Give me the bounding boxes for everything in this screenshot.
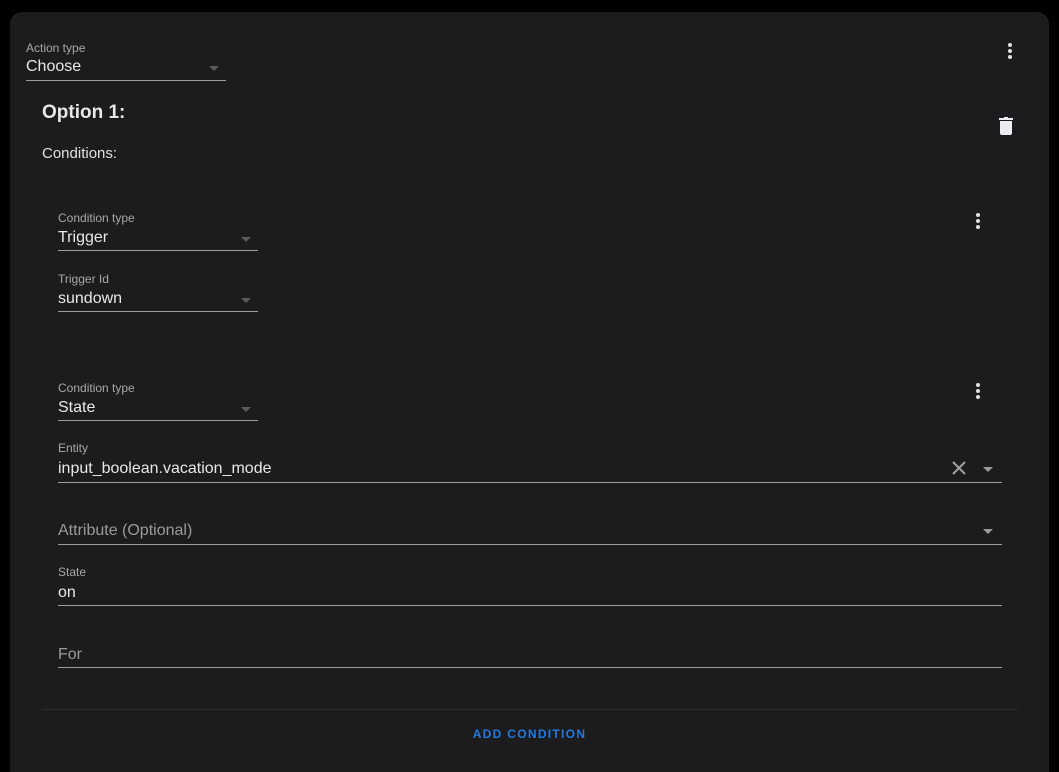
state-value: on bbox=[58, 584, 76, 601]
option-title: Option 1: bbox=[42, 102, 126, 123]
chevron-down-icon[interactable] bbox=[983, 467, 993, 472]
state-input[interactable]: State on bbox=[58, 565, 1002, 606]
chevron-down-icon[interactable] bbox=[983, 529, 993, 534]
attribute-placeholder: Attribute (Optional) bbox=[58, 522, 193, 539]
close-icon bbox=[952, 461, 966, 475]
trash-icon bbox=[999, 117, 1013, 135]
for-placeholder: For bbox=[58, 646, 82, 663]
condition-2-menu-button[interactable] bbox=[974, 383, 982, 401]
trigger-id-select[interactable]: Trigger Id sundown bbox=[58, 272, 258, 312]
dot bbox=[976, 389, 980, 393]
dot bbox=[976, 219, 980, 223]
condition-type-label: Condition type bbox=[58, 211, 135, 225]
entity-label: Entity bbox=[58, 441, 89, 455]
condition-2-type-select[interactable]: Condition type State bbox=[58, 381, 258, 421]
dot bbox=[1008, 49, 1012, 53]
add-condition-row: ADD CONDITION bbox=[0, 725, 1059, 743]
delete-option-button[interactable] bbox=[999, 117, 1013, 135]
attribute-combobox[interactable]: Attribute (Optional) bbox=[58, 519, 1002, 545]
dot bbox=[976, 225, 980, 229]
condition-type-value: Trigger bbox=[58, 229, 109, 246]
state-label: State bbox=[58, 565, 87, 579]
dots-vertical-icon bbox=[976, 383, 980, 387]
add-condition-button[interactable]: ADD CONDITION bbox=[473, 727, 587, 741]
entity-combobox[interactable]: Entity input_boolean.vacation_mode bbox=[58, 441, 1002, 483]
action-menu-button[interactable] bbox=[1006, 43, 1014, 61]
condition-type-value: State bbox=[58, 399, 96, 416]
action-type-label: Action type bbox=[26, 41, 86, 55]
chevron-down-icon bbox=[241, 407, 251, 412]
dots-vertical-icon bbox=[976, 213, 980, 217]
condition-1-type-select[interactable]: Condition type Trigger bbox=[58, 211, 258, 251]
clear-entity-button[interactable] bbox=[951, 460, 967, 476]
action-type-value: Choose bbox=[26, 58, 82, 75]
action-type-select[interactable]: Action type Choose bbox=[26, 41, 226, 81]
dot bbox=[976, 395, 980, 399]
chevron-down-icon bbox=[209, 66, 219, 71]
conditions-label: Conditions: bbox=[42, 145, 118, 162]
dots-vertical-icon bbox=[1008, 43, 1012, 47]
trigger-id-label: Trigger Id bbox=[58, 272, 109, 286]
for-input[interactable]: For bbox=[58, 643, 1002, 668]
trigger-id-value: sundown bbox=[58, 290, 123, 307]
divider bbox=[42, 709, 1018, 710]
condition-1-menu-button[interactable] bbox=[974, 213, 982, 231]
dot bbox=[1008, 55, 1012, 59]
chevron-down-icon bbox=[241, 298, 251, 303]
condition-type-label: Condition type bbox=[58, 381, 135, 395]
chevron-down-icon bbox=[241, 237, 251, 242]
entity-value: input_boolean.vacation_mode bbox=[58, 460, 272, 477]
